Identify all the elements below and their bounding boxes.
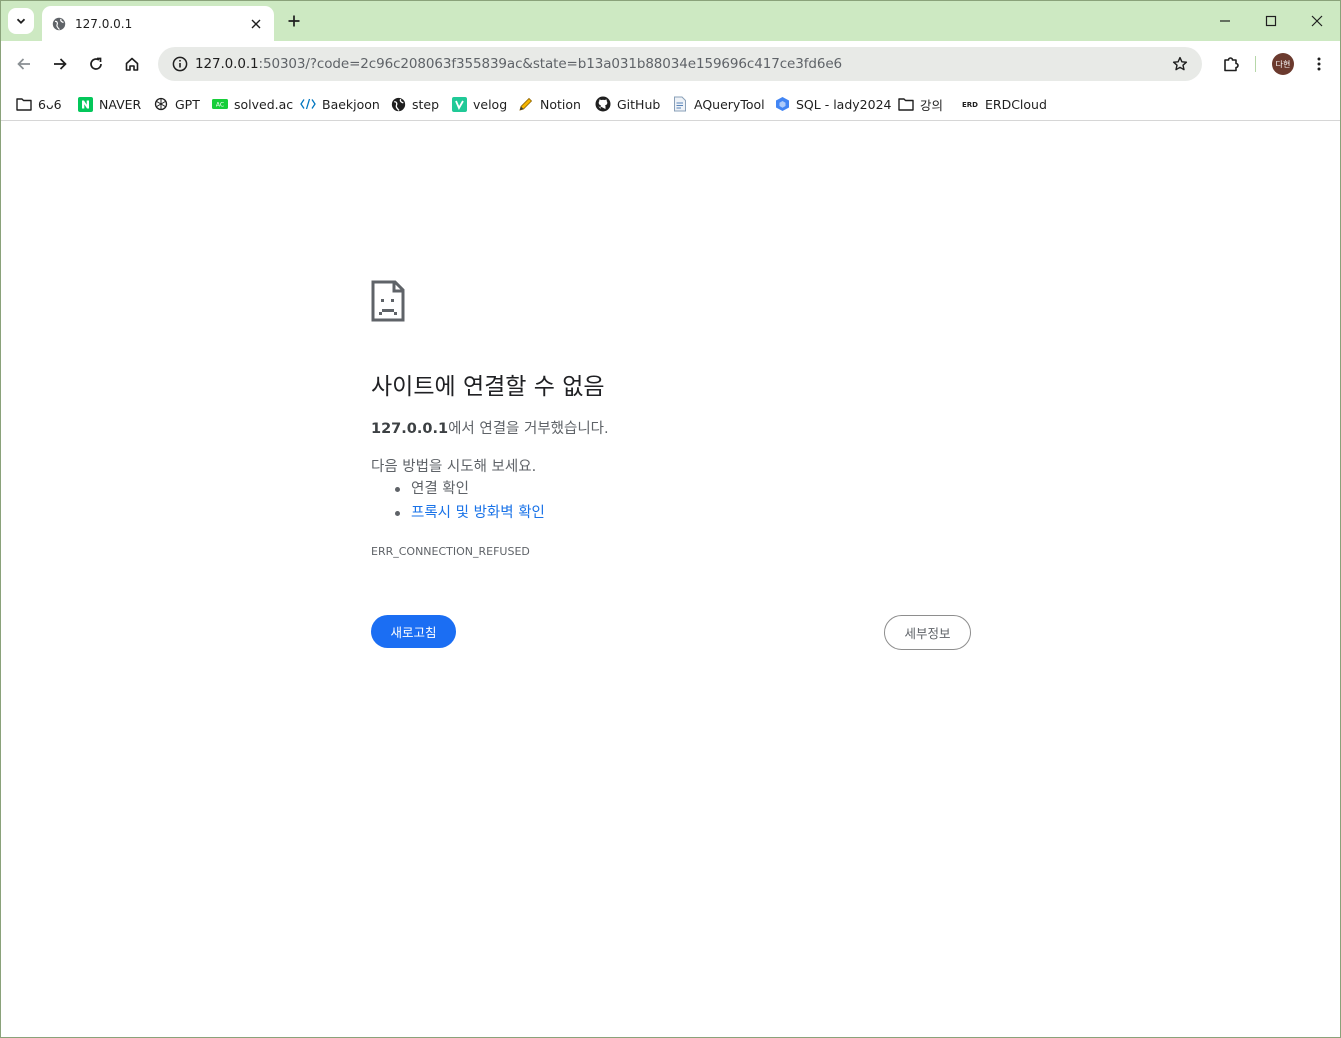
bookmark-label: step bbox=[412, 96, 440, 112]
bookmark-label: solved.ac bbox=[234, 96, 294, 112]
error-host: 127.0.0.1 bbox=[371, 421, 449, 437]
erd-icon: ERD bbox=[961, 96, 979, 112]
bookmark-label: ERDCloud bbox=[985, 96, 1047, 112]
url-rest: :50303/?code=2c96c208063f355839ac&state=… bbox=[258, 56, 843, 72]
bookmark-erdcloud[interactable]: ERD ERDCloud bbox=[961, 92, 1047, 116]
solvedac-icon: AC bbox=[212, 96, 228, 112]
close-tab-icon[interactable] bbox=[248, 16, 264, 32]
url-text[interactable]: 127.0.0.1:50303/?code=2c96c208063f355839… bbox=[195, 56, 1170, 72]
suggestions-list: 연결 확인 프록시 및 방화벽 확인 bbox=[393, 478, 545, 526]
error-description: 127.0.0.1에서 연결을 거부했습니다. bbox=[371, 417, 609, 438]
try-suggestions-label: 다음 방법을 시도해 보세요. bbox=[371, 459, 537, 475]
browser-menu-button[interactable] bbox=[1305, 50, 1333, 78]
error-title: 사이트에 연결할 수 없음 bbox=[371, 374, 605, 400]
bookmark-label: AQueryTool bbox=[694, 96, 765, 112]
reload-icon bbox=[90, 57, 102, 70]
naver-icon bbox=[77, 96, 93, 112]
bookmark-step[interactable]: step bbox=[390, 92, 439, 116]
tab-title: 127.0.0.1 bbox=[75, 16, 133, 31]
maximize-icon bbox=[1265, 15, 1277, 27]
svg-text:AC: AC bbox=[216, 102, 224, 109]
close-icon bbox=[1311, 15, 1323, 27]
bookmark-label: Notion bbox=[540, 96, 581, 112]
bookmark-gpt[interactable]: GPT bbox=[153, 92, 200, 116]
toolbar-separator bbox=[1255, 56, 1256, 72]
bookmark-label: Baekjoon bbox=[322, 96, 380, 112]
back-button[interactable] bbox=[10, 50, 38, 78]
bookmark-folder-lecture[interactable]: 강의 bbox=[898, 92, 943, 116]
tab-strip: 127.0.0.1 bbox=[1, 1, 1340, 41]
document-icon bbox=[672, 96, 688, 112]
extensions-button[interactable] bbox=[1217, 50, 1245, 78]
bookmark-naver[interactable]: NAVER bbox=[77, 92, 141, 116]
bookmark-label: 강의 bbox=[920, 97, 944, 113]
puzzle-icon bbox=[1224, 57, 1239, 72]
bookmark-label: velog bbox=[473, 96, 508, 112]
more-vert-icon bbox=[1317, 57, 1321, 71]
avatar-text: 다현 bbox=[1275, 59, 1291, 69]
openai-icon bbox=[153, 96, 169, 112]
bookmark-label: 6ᴗ6 bbox=[38, 96, 62, 112]
new-tab-button[interactable] bbox=[283, 10, 305, 32]
url-host: 127.0.0.1 bbox=[195, 56, 259, 72]
tab-search-button[interactable] bbox=[8, 8, 34, 34]
cube-icon bbox=[774, 96, 790, 112]
bookmark-label: NAVER bbox=[99, 96, 142, 112]
bookmark-solvedac[interactable]: AC solved.ac bbox=[212, 92, 293, 116]
error-page: 사이트에 연결할 수 없음 127.0.0.1에서 연결을 거부했습니다. 다음… bbox=[1, 122, 1340, 1037]
bookmark-sql-lady2024[interactable]: SQL - lady2024 bbox=[774, 92, 891, 116]
site-info-icon[interactable] bbox=[170, 54, 190, 74]
globe-icon bbox=[390, 96, 406, 112]
svg-text:ERD: ERD bbox=[962, 101, 978, 108]
plus-icon bbox=[288, 15, 300, 27]
profile-avatar[interactable]: 다현 bbox=[1272, 53, 1294, 75]
active-tab[interactable]: 127.0.0.1 bbox=[42, 6, 274, 41]
chevron-down-icon bbox=[16, 18, 26, 24]
minimize-icon bbox=[1220, 20, 1230, 22]
forward-button[interactable] bbox=[46, 50, 74, 78]
bookmark-label: SQL - lady2024 bbox=[796, 96, 892, 112]
maximize-button[interactable] bbox=[1248, 1, 1294, 41]
minimize-button[interactable] bbox=[1202, 1, 1248, 41]
sad-page-icon bbox=[371, 280, 405, 322]
bookmark-folder-6o6[interactable]: 6ᴗ6 bbox=[16, 92, 62, 116]
bookmark-label: GPT bbox=[175, 96, 200, 112]
arrow-left-icon bbox=[17, 58, 30, 70]
bookmark-baekjoon[interactable]: Baekjoon bbox=[300, 92, 380, 116]
folder-icon bbox=[16, 96, 32, 112]
folder-icon bbox=[898, 96, 914, 112]
home-icon bbox=[125, 57, 139, 71]
bookmark-star-icon[interactable] bbox=[1170, 54, 1190, 74]
velog-icon bbox=[451, 96, 467, 112]
error-description-rest: 에서 연결을 거부했습니다. bbox=[448, 421, 609, 437]
close-window-button[interactable] bbox=[1294, 1, 1340, 41]
bookmark-aquerytool[interactable]: AQueryTool bbox=[672, 92, 765, 116]
error-code: ERR_CONNECTION_REFUSED bbox=[371, 545, 530, 558]
bookmark-velog[interactable]: velog bbox=[451, 92, 507, 116]
home-button[interactable] bbox=[118, 50, 146, 78]
details-button[interactable]: 세부정보 bbox=[884, 615, 971, 650]
github-icon bbox=[595, 96, 611, 112]
bookmarks-bar: 6ᴗ6 NAVER GPT AC solved.ac Baekjoon step… bbox=[1, 87, 1340, 121]
arrow-right-icon bbox=[54, 58, 67, 70]
address-bar[interactable]: 127.0.0.1:50303/?code=2c96c208063f355839… bbox=[158, 47, 1202, 81]
suggestion-check-proxy-firewall-link[interactable]: 프록시 및 방화벽 확인 bbox=[393, 502, 545, 526]
suggestion-check-connection: 연결 확인 bbox=[393, 478, 545, 502]
globe-icon bbox=[52, 17, 66, 31]
pencil-icon bbox=[518, 96, 534, 112]
bookmark-github[interactable]: GitHub bbox=[595, 92, 660, 116]
reload-button[interactable] bbox=[82, 50, 110, 78]
browser-toolbar: 127.0.0.1:50303/?code=2c96c208063f355839… bbox=[1, 41, 1340, 87]
bookmark-notion[interactable]: Notion bbox=[518, 92, 581, 116]
bookmark-label: GitHub bbox=[617, 96, 661, 112]
code-icon bbox=[300, 96, 316, 112]
reload-page-button[interactable]: 새로고침 bbox=[371, 615, 456, 648]
